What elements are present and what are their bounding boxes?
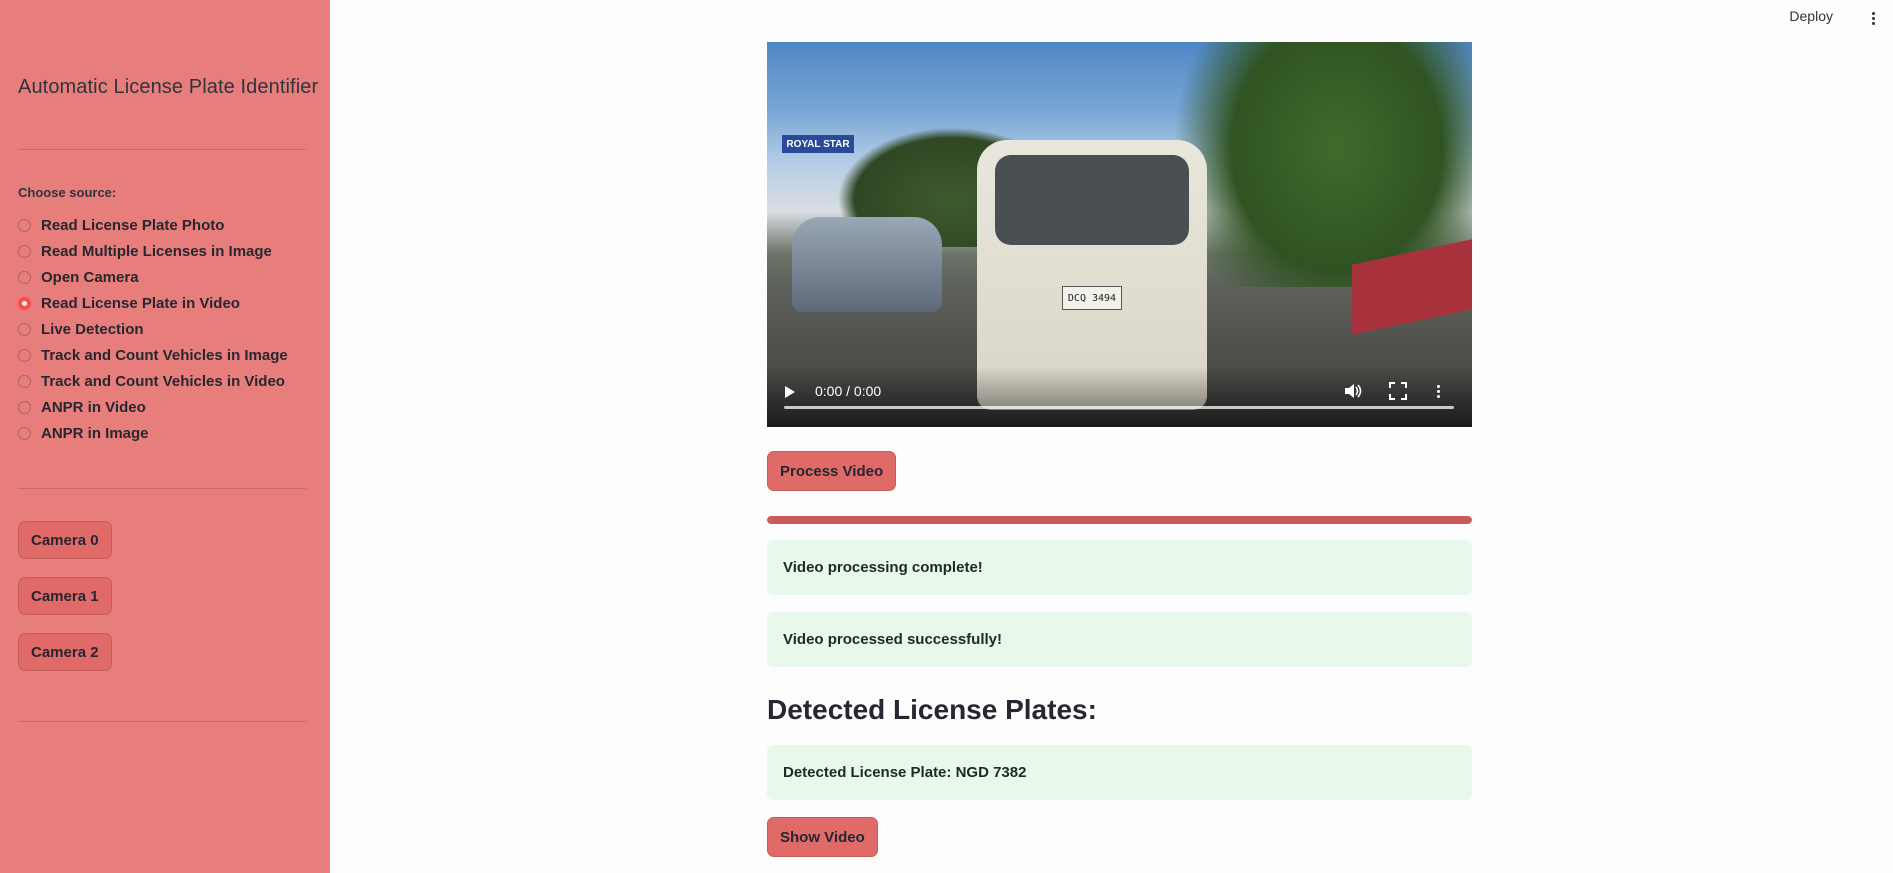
radio-circle[interactable] — [18, 348, 31, 362]
fullscreen-icon[interactable] — [1389, 382, 1407, 400]
camera-1-button[interactable]: Camera 1 — [18, 577, 112, 615]
volume-icon[interactable] — [1342, 381, 1362, 401]
radio-option-live[interactable]: Live Detection — [18, 316, 288, 342]
video-player[interactable]: ROYAL STAR DCQ 3494 0:00 / 0:00 — [767, 42, 1472, 427]
process-video-button[interactable]: Process Video — [767, 451, 897, 491]
radio-option-label: Read License Plate Photo — [41, 216, 225, 234]
source-radio-group: Read License Plate Photo Read Multiple L… — [18, 212, 288, 446]
progress-fill — [767, 516, 1472, 524]
radio-option-track-video[interactable]: Track and Count Vehicles in Video — [18, 368, 288, 394]
radio-circle[interactable] — [18, 218, 31, 232]
radio-option-multiple[interactable]: Read Multiple Licenses in Image — [18, 238, 288, 264]
radio-circle[interactable] — [18, 374, 31, 388]
video-scene-plate: DCQ 3494 — [1062, 286, 1122, 310]
radio-option-camera[interactable]: Open Camera — [18, 264, 288, 290]
show-video-button[interactable]: Show Video — [767, 817, 878, 857]
success-alert-processing-complete: Video processing complete! — [767, 540, 1472, 595]
video-time: 0:00 / 0:00 — [815, 383, 882, 399]
radio-circle[interactable] — [18, 426, 31, 440]
sidebar-divider — [18, 149, 306, 150]
sidebar-divider — [18, 721, 306, 722]
radio-circle[interactable] — [18, 244, 31, 258]
video-seek-bar[interactable] — [784, 406, 1454, 409]
video-scene-car — [792, 217, 942, 312]
radio-option-label: ANPR in Image — [41, 424, 149, 442]
source-label: Choose source: — [18, 185, 117, 200]
play-icon[interactable] — [785, 386, 795, 398]
radio-option-label: Open Camera — [41, 268, 139, 286]
radio-option-anpr-image[interactable]: ANPR in Image — [18, 420, 288, 446]
video-scene-shop-sign: ROYAL STAR — [782, 135, 854, 153]
radio-option-label: Track and Count Vehicles in Image — [41, 346, 288, 364]
sidebar: Automatic License Plate Identifier Choos… — [0, 0, 330, 873]
radio-circle-selected[interactable] — [18, 296, 31, 310]
radio-option-anpr-video[interactable]: ANPR in Video — [18, 394, 288, 420]
sidebar-title: Automatic License Plate Identifier — [18, 76, 319, 98]
camera-0-button[interactable]: Camera 0 — [18, 521, 112, 559]
radio-option-label: Read Multiple Licenses in Image — [41, 242, 272, 260]
radio-option-video[interactable]: Read License Plate in Video — [18, 290, 288, 316]
radio-option-label: ANPR in Video — [41, 398, 146, 416]
camera-2-button[interactable]: Camera 2 — [18, 633, 112, 671]
detected-plate-alert: Detected License Plate: NGD 7382 — [767, 745, 1472, 800]
detected-plates-heading: Detected License Plates: — [767, 694, 1097, 725]
video-scene-van-window — [995, 155, 1189, 245]
radio-option-photo[interactable]: Read License Plate Photo — [18, 212, 288, 238]
radio-option-label: Track and Count Vehicles in Video — [41, 372, 285, 390]
app-root: Automatic License Plate Identifier Choos… — [0, 0, 1893, 873]
sidebar-divider — [18, 488, 306, 489]
deploy-button[interactable]: Deploy — [1789, 8, 1833, 24]
video-controls: 0:00 / 0:00 — [767, 367, 1472, 427]
kebab-menu-icon[interactable] — [1865, 8, 1881, 28]
progress-bar — [767, 516, 1472, 524]
radio-option-label: Read License Plate in Video — [41, 294, 240, 312]
radio-circle[interactable] — [18, 322, 31, 336]
radio-circle[interactable] — [18, 400, 31, 414]
radio-option-label: Live Detection — [41, 320, 144, 338]
radio-circle[interactable] — [18, 270, 31, 284]
success-alert-processed: Video processed successfully! — [767, 612, 1472, 667]
radio-option-track-image[interactable]: Track and Count Vehicles in Image — [18, 342, 288, 368]
video-more-icon[interactable] — [1435, 381, 1441, 401]
